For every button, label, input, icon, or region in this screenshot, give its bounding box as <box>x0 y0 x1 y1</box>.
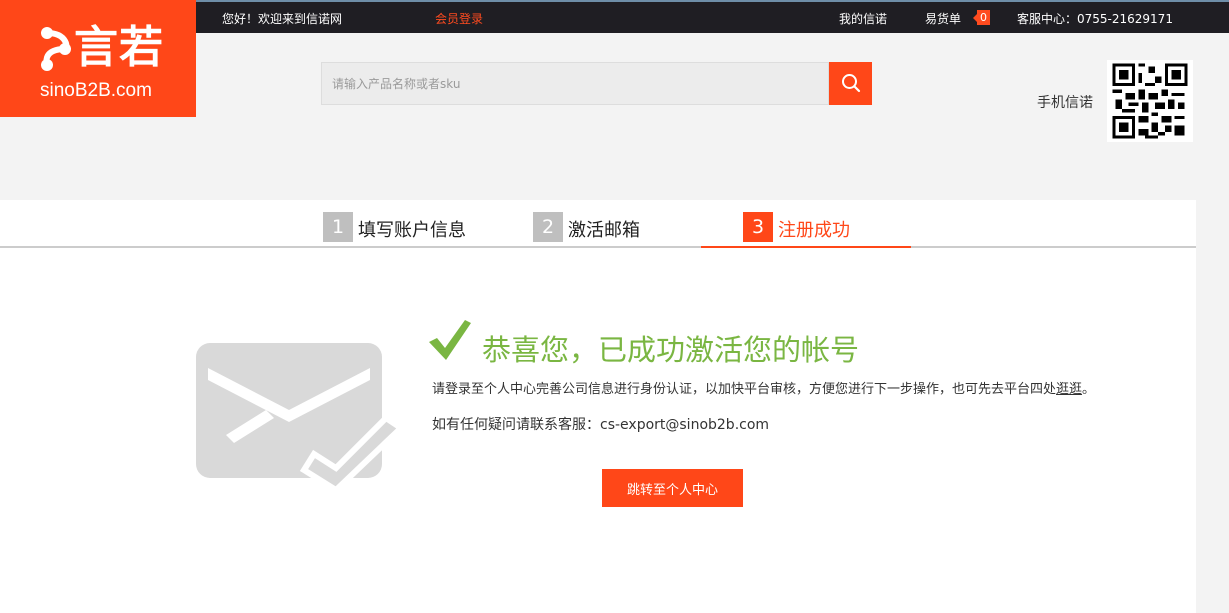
step-number: 2 <box>533 212 563 242</box>
search-icon <box>842 74 861 93</box>
go-to-personal-center-button[interactable]: 跳转至个人中心 <box>602 469 743 507</box>
my-sinuo-link[interactable]: 我的信诺 <box>839 10 887 27</box>
top-bar: 您好！欢迎来到信诺网 会员登录 我的信诺 易货单 0 客服中心：0755-216… <box>196 0 1229 33</box>
logo-domain: sinoB2B.com <box>40 80 152 101</box>
description-text: 请登录至个人中心完善公司信息进行身份认证，以加快平台审核，方便您进行下一步操作，… <box>432 382 1057 397</box>
step-number: 1 <box>323 212 353 242</box>
logo-chars: 言若 <box>74 22 164 73</box>
cart-link[interactable]: 易货单 <box>925 10 961 27</box>
member-login-link[interactable]: 会员登录 <box>435 10 483 27</box>
search-input[interactable] <box>321 62 829 105</box>
service-hotline: 客服中心：0755-21629171 <box>1017 12 1173 26</box>
logo-symbol-icon <box>41 27 71 71</box>
description-end: 。 <box>1082 382 1096 397</box>
main-content: 1 填写账户信息 2 激活邮箱 3 注册成功 恭喜您，已成功激活您的帐号 请登录… <box>0 200 1196 613</box>
active-step-underline <box>701 246 911 248</box>
success-description: 请登录至个人中心完善公司信息进行身份认证，以加快平台审核，方便您进行下一步操作，… <box>432 378 1095 397</box>
step-label: 填写账户信息 <box>358 220 466 241</box>
search-button[interactable] <box>829 62 872 105</box>
contact-email: cs-export@sinob2b.com <box>600 417 770 433</box>
step-label: 激活邮箱 <box>568 220 640 241</box>
step-number: 3 <box>743 212 773 242</box>
site-logo[interactable]: 言若 sinoB2B.com <box>0 0 196 117</box>
check-icon <box>429 320 471 360</box>
stroll-link[interactable]: 逛逛 <box>1056 382 1082 397</box>
contact-prefix: 如有任何疑问请联系客服： <box>432 417 600 433</box>
steps-divider <box>0 246 1196 248</box>
welcome-text: 您好！欢迎来到信诺网 <box>222 12 343 26</box>
qr-code-icon <box>1107 60 1193 142</box>
step-label: 注册成功 <box>778 220 850 241</box>
mobile-sinuo-label: 手机信诺 <box>1037 95 1093 111</box>
success-title: 恭喜您，已成功激活您的帐号 <box>482 333 860 367</box>
contact-info: 如有任何疑问请联系客服：cs-export@sinob2b.com <box>432 414 769 434</box>
envelope-icon <box>196 343 406 494</box>
cart-count-badge: 0 <box>973 10 990 25</box>
